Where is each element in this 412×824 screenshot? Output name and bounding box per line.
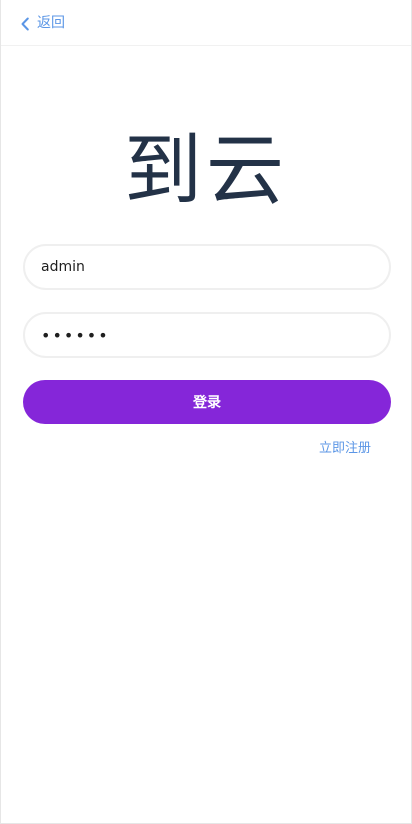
page-title: 到云	[123, 126, 288, 216]
login-button[interactable]: 登录	[23, 380, 391, 424]
username-field[interactable]	[23, 244, 391, 290]
back-button[interactable]: 返回	[19, 16, 65, 30]
chevron-left-icon	[19, 16, 31, 30]
password-input[interactable]	[25, 314, 389, 356]
back-label: 返回	[37, 14, 65, 31]
app-frame: 返回 到云 登录 立即注册	[0, 0, 412, 824]
password-field[interactable]	[23, 312, 391, 358]
username-input[interactable]	[25, 246, 389, 288]
register-link[interactable]: 立即注册	[319, 437, 371, 456]
top-bar: 返回	[1, 0, 411, 46]
